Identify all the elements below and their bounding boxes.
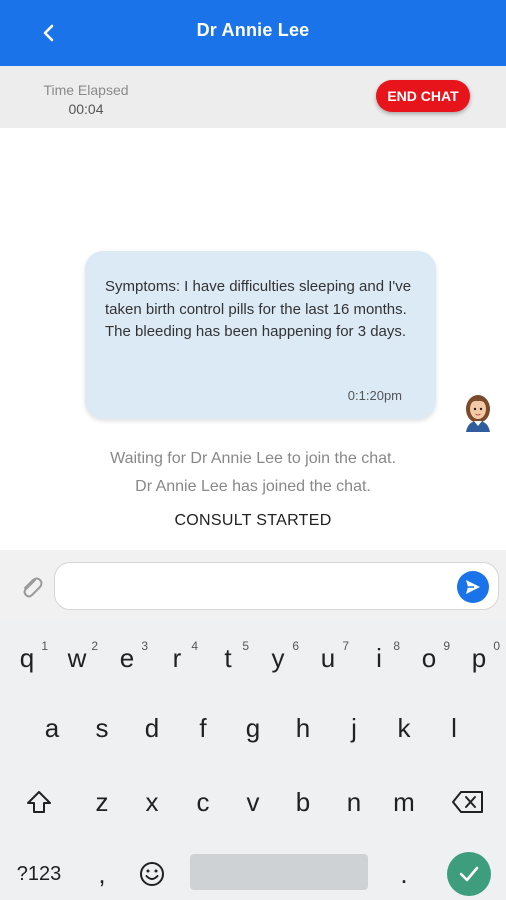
emoji-icon xyxy=(140,862,164,886)
key-label: o xyxy=(421,642,437,673)
enter-key[interactable] xyxy=(447,852,491,896)
key-label: i xyxy=(376,642,382,673)
on-screen-keyboard: q1 w2 e3 r4 t5 y6 u7 i8 o9 p0 a s d f g … xyxy=(0,620,506,900)
key-label: p xyxy=(471,642,487,673)
check-icon xyxy=(459,866,479,882)
shift-icon xyxy=(27,791,51,813)
key-z[interactable]: z xyxy=(77,774,127,830)
space-key[interactable] xyxy=(190,854,368,890)
send-button[interactable] xyxy=(457,571,489,603)
key-hint: 6 xyxy=(292,639,299,653)
key-w[interactable]: w2 xyxy=(52,630,102,686)
key-hint: 4 xyxy=(191,639,198,653)
key-s[interactable]: s xyxy=(77,700,127,756)
key-h[interactable]: h xyxy=(278,700,328,756)
key-g[interactable]: g xyxy=(228,700,278,756)
backspace-icon xyxy=(452,791,483,813)
key-j[interactable]: j xyxy=(329,700,379,756)
key-l[interactable]: l xyxy=(429,700,479,756)
key-label: t xyxy=(224,642,232,673)
chat-area[interactable]: Symptoms: I have difficulties sleeping a… xyxy=(0,128,506,550)
key-n[interactable]: n xyxy=(329,774,379,830)
key-r[interactable]: r4 xyxy=(152,630,202,686)
symbols-key[interactable]: ?123 xyxy=(8,846,70,900)
message-timestamp: 0:1:20pm xyxy=(347,388,402,403)
key-hint: 3 xyxy=(141,639,148,653)
key-comma[interactable]: , xyxy=(77,846,127,900)
backspace-key[interactable] xyxy=(443,774,493,830)
key-label: y xyxy=(271,642,285,673)
key-o[interactable]: o9 xyxy=(404,630,454,686)
key-hint: 9 xyxy=(443,639,450,653)
paperclip-icon xyxy=(23,577,43,598)
key-v[interactable]: v xyxy=(228,774,278,830)
message-bubble: Symptoms: I have difficulties sleeping a… xyxy=(85,251,436,419)
key-y[interactable]: y6 xyxy=(253,630,303,686)
key-f[interactable]: f xyxy=(178,700,228,756)
key-d[interactable]: d xyxy=(127,700,177,756)
timer-bar: Time Elapsed 00:04 END CHAT xyxy=(0,66,506,128)
shift-key[interactable] xyxy=(14,774,64,830)
key-c[interactable]: c xyxy=(178,774,228,830)
app-header: Dr Annie Lee xyxy=(0,0,506,66)
system-message-waiting: Waiting for Dr Annie Lee to join the cha… xyxy=(110,450,396,467)
key-hint: 5 xyxy=(242,639,249,653)
time-elapsed-value: 00:04 xyxy=(68,101,104,117)
end-chat-button[interactable]: END CHAT xyxy=(376,80,470,112)
key-m[interactable]: m xyxy=(379,774,429,830)
system-message-joined: Dr Annie Lee has joined the chat. xyxy=(135,478,371,495)
key-label: e xyxy=(119,642,135,673)
key-b[interactable]: b xyxy=(278,774,328,830)
message-text: Symptoms: I have difficulties sleeping a… xyxy=(105,278,412,340)
key-hint: 1 xyxy=(41,639,48,653)
key-label: q xyxy=(19,642,35,673)
key-i[interactable]: i8 xyxy=(354,630,404,686)
key-t[interactable]: t5 xyxy=(203,630,253,686)
key-hint: 7 xyxy=(342,639,349,653)
message-input[interactable] xyxy=(54,562,499,610)
doctor-avatar xyxy=(466,395,490,432)
key-period[interactable]: . xyxy=(379,846,429,900)
key-x[interactable]: x xyxy=(127,774,177,830)
key-k[interactable]: k xyxy=(379,700,429,756)
key-hint: 2 xyxy=(91,639,98,653)
key-label: u xyxy=(320,642,336,673)
key-e[interactable]: e3 xyxy=(102,630,152,686)
key-label: r xyxy=(172,642,182,673)
message-input-bar xyxy=(0,550,506,620)
page-title: Dr Annie Lee xyxy=(196,20,310,40)
key-hint: 8 xyxy=(393,639,400,653)
send-icon xyxy=(466,580,480,594)
key-q[interactable]: q1 xyxy=(2,630,52,686)
consult-status: CONSULT STARTED xyxy=(174,512,332,529)
key-label: w xyxy=(67,642,87,673)
key-a[interactable]: a xyxy=(27,700,77,756)
emoji-key[interactable] xyxy=(127,846,177,900)
key-hint: 0 xyxy=(493,639,500,653)
attach-button[interactable] xyxy=(16,572,46,602)
key-p[interactable]: p0 xyxy=(454,630,504,686)
time-elapsed-label: Time Elapsed xyxy=(43,82,129,98)
key-u[interactable]: u7 xyxy=(303,630,353,686)
